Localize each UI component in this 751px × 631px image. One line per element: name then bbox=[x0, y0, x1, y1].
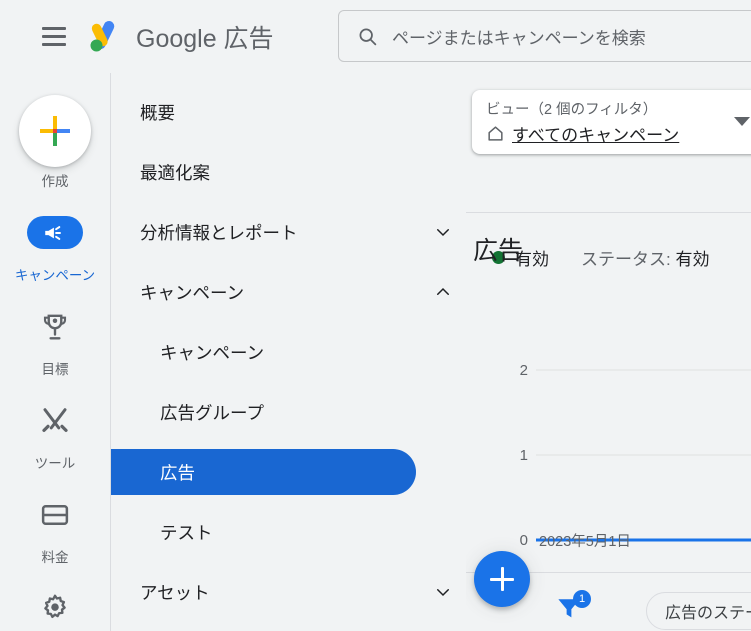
brand-logo-group[interactable]: Google 広告 bbox=[86, 18, 274, 56]
sidebar-item-label: 広告グループ bbox=[160, 402, 264, 423]
sidebar-item-label: テスト bbox=[160, 522, 213, 543]
performance-chart: 2 1 0 bbox=[466, 343, 751, 558]
rail-label: ツール bbox=[34, 455, 76, 471]
rail-icon-wrap bbox=[27, 487, 83, 543]
rail-item-admin[interactable]: 管理者 bbox=[5, 580, 105, 631]
hamburger-bar bbox=[42, 27, 66, 30]
hamburger-bar bbox=[42, 43, 66, 46]
sidebar-item-insights-reports[interactable]: 分析情報とレポート bbox=[111, 209, 466, 255]
rail-item-tools[interactable]: ツール bbox=[5, 393, 105, 473]
add-button[interactable] bbox=[474, 551, 530, 607]
rail-item-goals[interactable]: 目標 bbox=[5, 299, 105, 379]
hamburger-menu-icon[interactable] bbox=[30, 13, 78, 61]
search-placeholder: ページまたはキャンペーンを検索 bbox=[392, 28, 646, 48]
sidebar-item-label: 分析情報とレポート bbox=[140, 222, 298, 243]
credit-card-icon bbox=[41, 504, 69, 525]
x-axis-tick-label: 2023年5月1日 bbox=[539, 534, 631, 550]
rail-icon-wrap bbox=[27, 205, 83, 261]
rail-icon-wrap bbox=[27, 299, 83, 355]
left-icon-rail: 作成 キャンペーン 目標 ツール 料金 bbox=[0, 73, 110, 631]
hamburger-bar bbox=[42, 35, 66, 38]
active-pill bbox=[27, 216, 83, 250]
rail-label: 目標 bbox=[41, 361, 69, 377]
chevron-down-icon bbox=[437, 229, 449, 237]
rail-item-create[interactable]: 作成 bbox=[5, 95, 105, 191]
view-selector-title: ビュー（2 個のフィルタ） bbox=[486, 102, 658, 118]
create-fab[interactable] bbox=[19, 95, 91, 167]
caret-down-icon[interactable] bbox=[734, 117, 750, 126]
plus-multicolor-icon bbox=[40, 116, 70, 146]
sidebar-item-assets[interactable]: アセット bbox=[111, 569, 466, 615]
sidebar-item-label: 最適化案 bbox=[140, 162, 210, 183]
plus-icon bbox=[500, 567, 504, 591]
view-selector[interactable]: ビュー（2 個のフィルタ） すべてのキャンペーン bbox=[472, 90, 751, 154]
chevron-down-icon bbox=[437, 589, 449, 597]
y-tick-label-2: 2 bbox=[520, 362, 528, 379]
sidebar-item-recommendations[interactable]: 最適化案 bbox=[111, 149, 466, 195]
google-ads-logo-icon bbox=[86, 18, 124, 56]
content-divider bbox=[466, 212, 751, 213]
rail-item-campaigns[interactable]: キャンペーン bbox=[5, 205, 105, 285]
status-meta: ステータス: 有効 bbox=[581, 245, 709, 270]
status-summary-row: 有効 ステータス: 有効 bbox=[492, 245, 709, 270]
gear-icon bbox=[44, 594, 66, 619]
google-ads-app: Google 広告 ページまたはキャンペーンを検索 作成 キャンペーン 目標 ツ… bbox=[0, 0, 751, 631]
status-meta-prefix: ステータス: bbox=[581, 250, 671, 269]
sidebar-item-campaigns-group[interactable]: キャンペーン bbox=[111, 269, 466, 315]
filter-count-badge: 1 bbox=[573, 590, 591, 608]
trophy-icon bbox=[43, 314, 67, 340]
sidebar-item-campaigns[interactable]: キャンペーン bbox=[111, 329, 466, 375]
search-icon bbox=[359, 28, 377, 45]
sidebar-item-experiments[interactable]: テスト bbox=[111, 509, 466, 555]
rail-label: キャンペーン bbox=[14, 267, 96, 283]
chip-label: 広告のステー bbox=[665, 605, 751, 622]
ad-status-filter-chip[interactable]: 広告のステー bbox=[646, 592, 751, 630]
brand-title: Google 広告 bbox=[136, 24, 274, 53]
y-tick-label-0: 0 bbox=[520, 532, 528, 549]
filter-button[interactable]: 1 bbox=[554, 590, 591, 627]
app-header: Google 広告 ページまたはキャンペーンを検索 bbox=[0, 0, 751, 73]
search-input[interactable]: ページまたはキャンペーンを検索 bbox=[338, 10, 751, 62]
rail-icon-wrap bbox=[27, 580, 83, 631]
sidebar-item-label: 広告 bbox=[160, 462, 195, 483]
home-icon bbox=[488, 126, 503, 141]
view-selector-value: すべてのキャンペーン bbox=[512, 126, 680, 145]
tools-icon bbox=[42, 407, 68, 432]
page-title: 広告 bbox=[473, 237, 524, 265]
view-selector-value-row: すべてのキャンペーン bbox=[486, 121, 751, 146]
y-tick-label-1: 1 bbox=[520, 447, 528, 464]
sidebar-item-label: アセット bbox=[140, 582, 210, 603]
sidebar-item-ads[interactable]: 広告 bbox=[111, 449, 416, 495]
rail-icon-wrap bbox=[27, 393, 83, 449]
rail-label: 料金 bbox=[41, 549, 69, 565]
chevron-up-icon bbox=[437, 287, 449, 295]
main-content-area: ビュー（2 個のフィルタ） すべてのキャンペーン 有効 ステータス: 有効 広告 bbox=[466, 73, 751, 631]
megaphone-icon bbox=[45, 225, 61, 240]
main-navigation-panel: 概要 最適化案 分析情報とレポート キャンペーン キャンペーン 広告グループ 広… bbox=[111, 73, 466, 631]
sidebar-item-label: キャンペーン bbox=[160, 342, 265, 363]
sidebar-item-label: キャンペーン bbox=[140, 282, 245, 303]
sidebar-item-label: 概要 bbox=[140, 102, 175, 123]
sidebar-item-ad-groups[interactable]: 広告グループ bbox=[111, 389, 466, 435]
status-meta-value: 有効 bbox=[675, 250, 710, 269]
sidebar-item-overview[interactable]: 概要 bbox=[111, 89, 466, 135]
rail-item-billing[interactable]: 料金 bbox=[5, 487, 105, 567]
rail-label: 作成 bbox=[41, 174, 69, 189]
